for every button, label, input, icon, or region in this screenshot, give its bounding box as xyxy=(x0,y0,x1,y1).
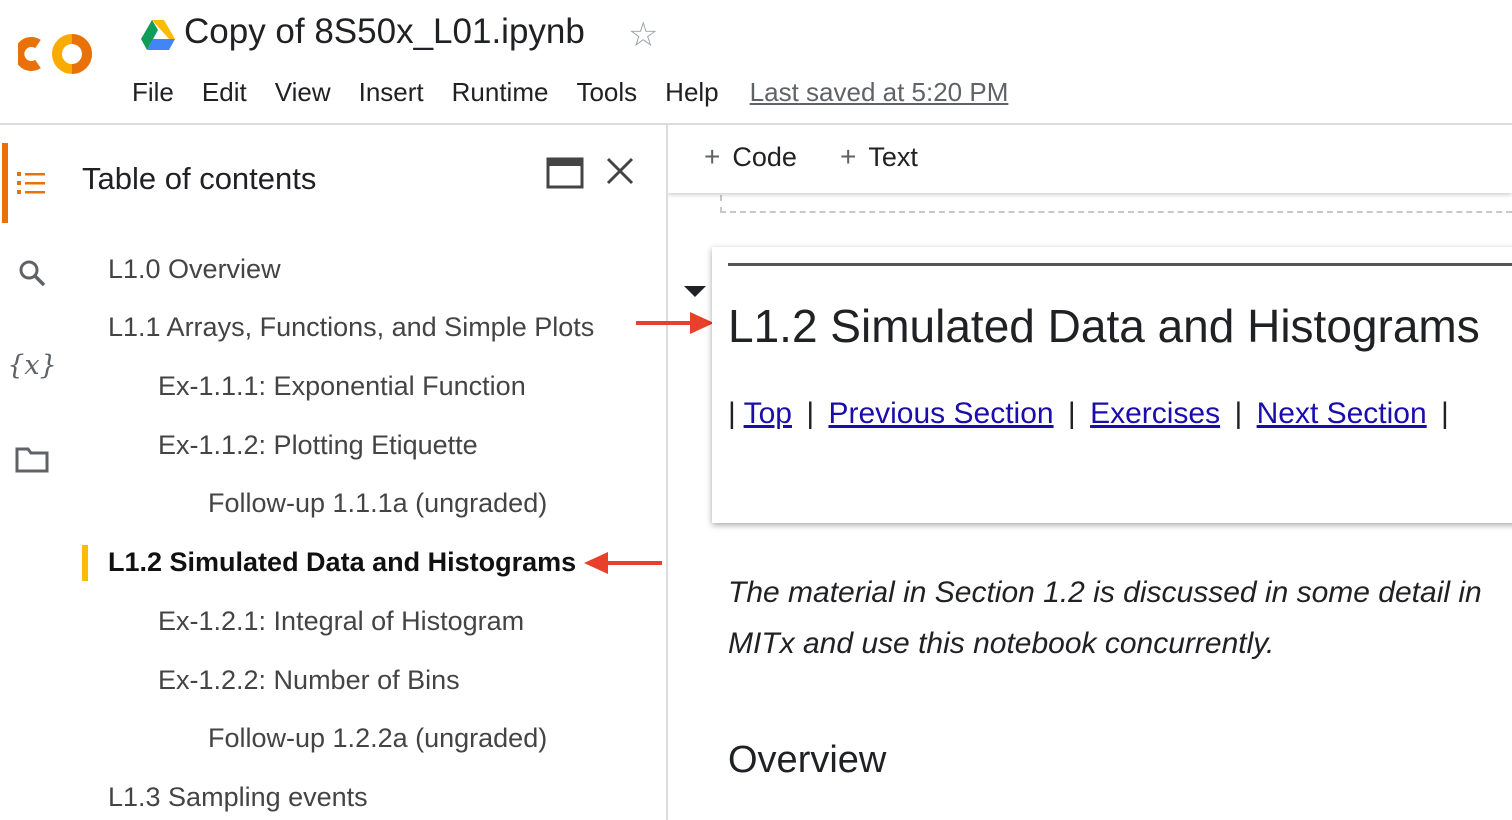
menu-bar: File Edit View Insert Runtime Tools Help… xyxy=(132,72,1008,112)
rail-active-indicator xyxy=(2,143,8,223)
nav-separator: | xyxy=(1067,397,1076,430)
plus-icon: + xyxy=(704,141,721,172)
toc-item-ex-1-2-1[interactable]: Ex-1.2.1: Integral of Histogram xyxy=(158,604,524,638)
link-previous-section[interactable]: Previous Section xyxy=(828,397,1053,430)
intro-line-1: The material in Section 1.2 is discussed… xyxy=(728,576,1482,609)
open-in-window-icon[interactable] xyxy=(546,157,584,189)
menu-file[interactable]: File xyxy=(132,77,174,108)
toc-item-ex-1-2-2[interactable]: Ex-1.2.2: Number of Bins xyxy=(158,663,460,697)
link-next-section[interactable]: Next Section xyxy=(1257,397,1427,430)
folder-icon[interactable] xyxy=(12,439,52,479)
toc-item-ex-1-1-1[interactable]: Ex-1.1.1: Exponential Function xyxy=(158,369,526,403)
toc-title: Table of contents xyxy=(82,161,317,196)
close-icon[interactable] xyxy=(604,155,636,187)
nav-separator: | xyxy=(728,397,736,430)
google-drive-icon[interactable] xyxy=(141,20,175,50)
app-header: Copy of 8S50x_L01.ipynb ☆ File Edit View… xyxy=(0,0,1512,125)
overview-heading: Overview xyxy=(728,739,887,781)
toc-item-followup-1-2-2a[interactable]: Follow-up 1.2.2a (ungraded) xyxy=(208,721,547,755)
toc-header: Table of contents xyxy=(82,147,642,219)
notebook-title[interactable]: Copy of 8S50x_L01.ipynb xyxy=(184,12,585,52)
toc-active-indicator xyxy=(82,545,88,581)
star-icon[interactable]: ☆ xyxy=(628,15,658,55)
nav-separator: | xyxy=(1234,397,1243,430)
toc-list-icon[interactable] xyxy=(12,163,52,203)
section-nav-links: | Top | Previous Section | Exercises | N… xyxy=(728,397,1455,431)
search-icon[interactable] xyxy=(12,253,52,293)
annotation-arrow-left xyxy=(584,552,662,574)
toc-item-l1-3[interactable]: L1.3 Sampling events xyxy=(108,780,368,814)
nav-separator: | xyxy=(1441,397,1449,430)
add-text-label: Text xyxy=(868,142,918,172)
colab-logo[interactable] xyxy=(18,28,102,80)
menu-view[interactable]: View xyxy=(275,77,331,108)
intro-line-2: MITx and use this notebook concurrently. xyxy=(728,627,1275,660)
toc-item-ex-1-1-2[interactable]: Ex-1.1.2: Plotting Etiquette xyxy=(158,428,478,462)
toc-panel: Table of contents L1.0 Overview L1.1 Arr… xyxy=(62,125,668,820)
toc-item-l1-1[interactable]: L1.1 Arrays, Functions, and Simple Plots xyxy=(108,310,594,344)
add-code-button[interactable]: + Code xyxy=(704,141,797,173)
menu-help[interactable]: Help xyxy=(665,77,718,108)
link-top[interactable]: Top xyxy=(744,397,792,430)
notebook-area: + Code + Text L1.2 Simulated Data and Hist… xyxy=(668,125,1512,820)
plus-icon: + xyxy=(840,141,857,172)
toc-item-l1-2[interactable]: L1.2 Simulated Data and Histograms xyxy=(108,545,576,579)
cell-toolbar: + Code + Text xyxy=(668,125,1512,193)
intro-paragraph: The material in Section 1.2 is discussed… xyxy=(728,567,1512,669)
toc-item-followup-1-1-1a[interactable]: Follow-up 1.1.1a (ungraded) xyxy=(208,486,547,520)
collapse-section-icon[interactable] xyxy=(684,286,706,297)
previous-cell-outline xyxy=(720,195,1512,213)
horizontal-rule xyxy=(728,263,1512,266)
add-text-button[interactable]: + Text xyxy=(840,141,918,173)
menu-insert[interactable]: Insert xyxy=(359,77,424,108)
side-rail: {x} xyxy=(0,125,62,820)
menu-edit[interactable]: Edit xyxy=(202,77,247,108)
nav-separator: | xyxy=(806,397,815,430)
menu-runtime[interactable]: Runtime xyxy=(452,77,549,108)
variables-icon[interactable]: {x} xyxy=(7,345,57,385)
markdown-cell[interactable]: L1.2 Simulated Data and Histograms | Top… xyxy=(712,247,1512,523)
toc-item-l1-0[interactable]: L1.0 Overview xyxy=(108,252,281,286)
link-exercises[interactable]: Exercises xyxy=(1090,397,1220,430)
add-code-label: Code xyxy=(732,142,797,172)
section-heading: L1.2 Simulated Data and Histograms xyxy=(728,300,1480,352)
last-saved-link[interactable]: Last saved at 5:20 PM xyxy=(750,77,1009,108)
menu-tools[interactable]: Tools xyxy=(576,77,637,108)
